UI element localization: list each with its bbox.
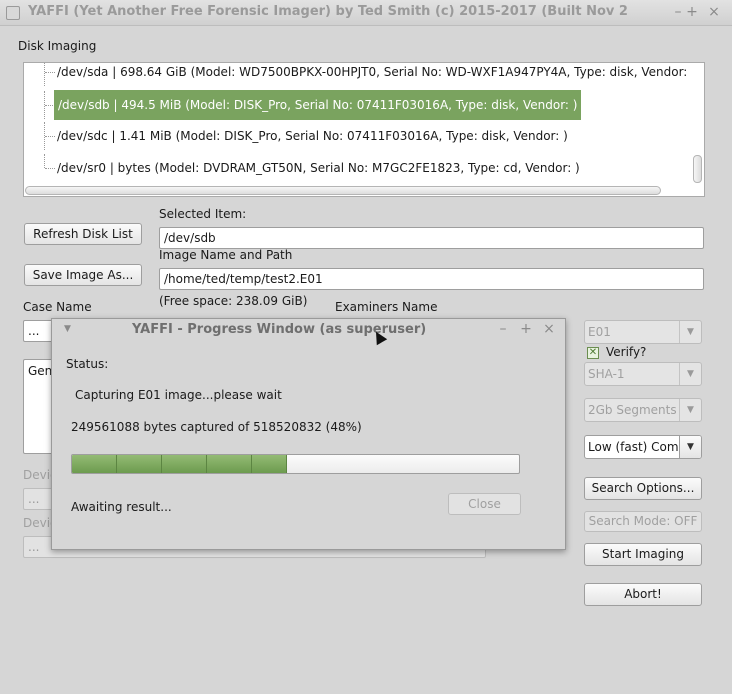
chevron-down-icon: ▼: [679, 436, 701, 458]
app-icon: [6, 6, 20, 20]
progress-bar: [71, 454, 520, 474]
maximize-icon[interactable]: +: [683, 3, 701, 21]
abort-button[interactable]: Abort!: [584, 583, 702, 606]
selected-item-field[interactable]: /dev/sdb: [159, 227, 704, 249]
tree-line: [44, 154, 55, 169]
chevron-down-icon: ▼: [679, 363, 701, 385]
horizontal-scrollbar[interactable]: [25, 186, 661, 195]
save-image-as-button[interactable]: Save Image As...: [24, 264, 142, 286]
vertical-scrollbar[interactable]: [693, 155, 702, 183]
status-label: Status:: [66, 357, 109, 371]
compression-value: Low (fast) Com: [588, 440, 679, 454]
format-select[interactable]: E01 ▼: [584, 320, 702, 344]
minimize-icon[interactable]: –: [494, 320, 512, 338]
disk-item-label: /dev/sdc | 1.41 MiB (Model: DISK_Pro, Se…: [57, 129, 568, 143]
bytes-captured-text: 249561088 bytes captured of 518520832 (4…: [71, 420, 362, 434]
chevron-down-icon: ▼: [679, 321, 701, 343]
progress-window: ▼ YAFFI - Progress Window (as superuser)…: [51, 318, 566, 550]
disk-item-label: /dev/sdb | 494.5 MiB (Model: DISK_Pro, S…: [54, 90, 582, 120]
tree-line: [44, 91, 55, 119]
start-imaging-button[interactable]: Start Imaging: [584, 543, 702, 566]
progress-bar-fill: [72, 455, 287, 473]
image-name-label: Image Name and Path: [159, 248, 293, 262]
selected-item-label: Selected Item:: [159, 207, 247, 221]
free-space-label: (Free space: 238.09 GiB): [159, 294, 308, 308]
close-icon[interactable]: ×: [705, 3, 723, 21]
disk-list[interactable]: /dev/sda | 698.64 GiB (Model: WD7500BPKX…: [23, 62, 705, 197]
hash-value: SHA-1: [588, 367, 625, 381]
progress-segment: [207, 455, 252, 473]
image-name-field[interactable]: /home/ted/temp/test2.E01: [159, 268, 704, 290]
examiners-name-label: Examiners Name: [335, 300, 438, 314]
segments-value: 2Gb Segments: [588, 403, 677, 417]
hash-select[interactable]: SHA-1 ▼: [584, 362, 702, 386]
disk-item-sda[interactable]: /dev/sda | 698.64 GiB (Model: WD7500BPKX…: [24, 63, 704, 86]
window-menu-icon[interactable]: ▼: [64, 324, 71, 334]
close-button[interactable]: Close: [448, 493, 521, 515]
disk-item-sr0[interactable]: /dev/sr0 | bytes (Model: DVDRAM_GT50N, S…: [24, 154, 704, 182]
window-title: YAFFI (Yet Another Free Forensic Imager)…: [28, 4, 628, 19]
verify-checkbox[interactable]: ✕: [587, 347, 599, 359]
progress-segment: [72, 455, 117, 473]
tree-line: [44, 63, 55, 86]
verify-label: Verify?: [606, 345, 647, 359]
compression-select[interactable]: Low (fast) Com ▼: [584, 435, 702, 459]
search-options-button[interactable]: Search Options...: [584, 477, 702, 500]
disk-item-label: /dev/sda | 698.64 GiB (Model: WD7500BPKX…: [57, 65, 688, 79]
disk-item-sdc[interactable]: /dev/sdc | 1.41 MiB (Model: DISK_Pro, Se…: [24, 122, 704, 150]
progress-segment: [117, 455, 162, 473]
segments-select[interactable]: 2Gb Segments ▼: [584, 398, 702, 422]
maximize-icon[interactable]: +: [517, 320, 535, 338]
disk-imaging-label: Disk Imaging: [18, 39, 97, 53]
chevron-down-icon: ▼: [679, 399, 701, 421]
progress-window-titlebar: ▼ YAFFI - Progress Window (as superuser)…: [52, 319, 565, 341]
format-value: E01: [588, 325, 611, 339]
refresh-disk-list-button[interactable]: Refresh Disk List: [24, 223, 142, 245]
progress-segment: [162, 455, 207, 473]
status-text: Capturing E01 image...please wait: [75, 388, 282, 402]
tree-line: [44, 122, 55, 150]
close-icon[interactable]: ×: [540, 320, 558, 338]
case-name-label: Case Name: [23, 300, 92, 314]
disk-item-label: /dev/sr0 | bytes (Model: DVDRAM_GT50N, S…: [57, 161, 580, 175]
window-titlebar: YAFFI (Yet Another Free Forensic Imager)…: [0, 0, 732, 26]
progress-segment: [252, 455, 287, 473]
search-mode-button[interactable]: Search Mode: OFF: [584, 511, 702, 532]
disk-item-sdb[interactable]: /dev/sdb | 494.5 MiB (Model: DISK_Pro, S…: [24, 90, 704, 120]
result-text: Awaiting result...: [71, 500, 172, 514]
